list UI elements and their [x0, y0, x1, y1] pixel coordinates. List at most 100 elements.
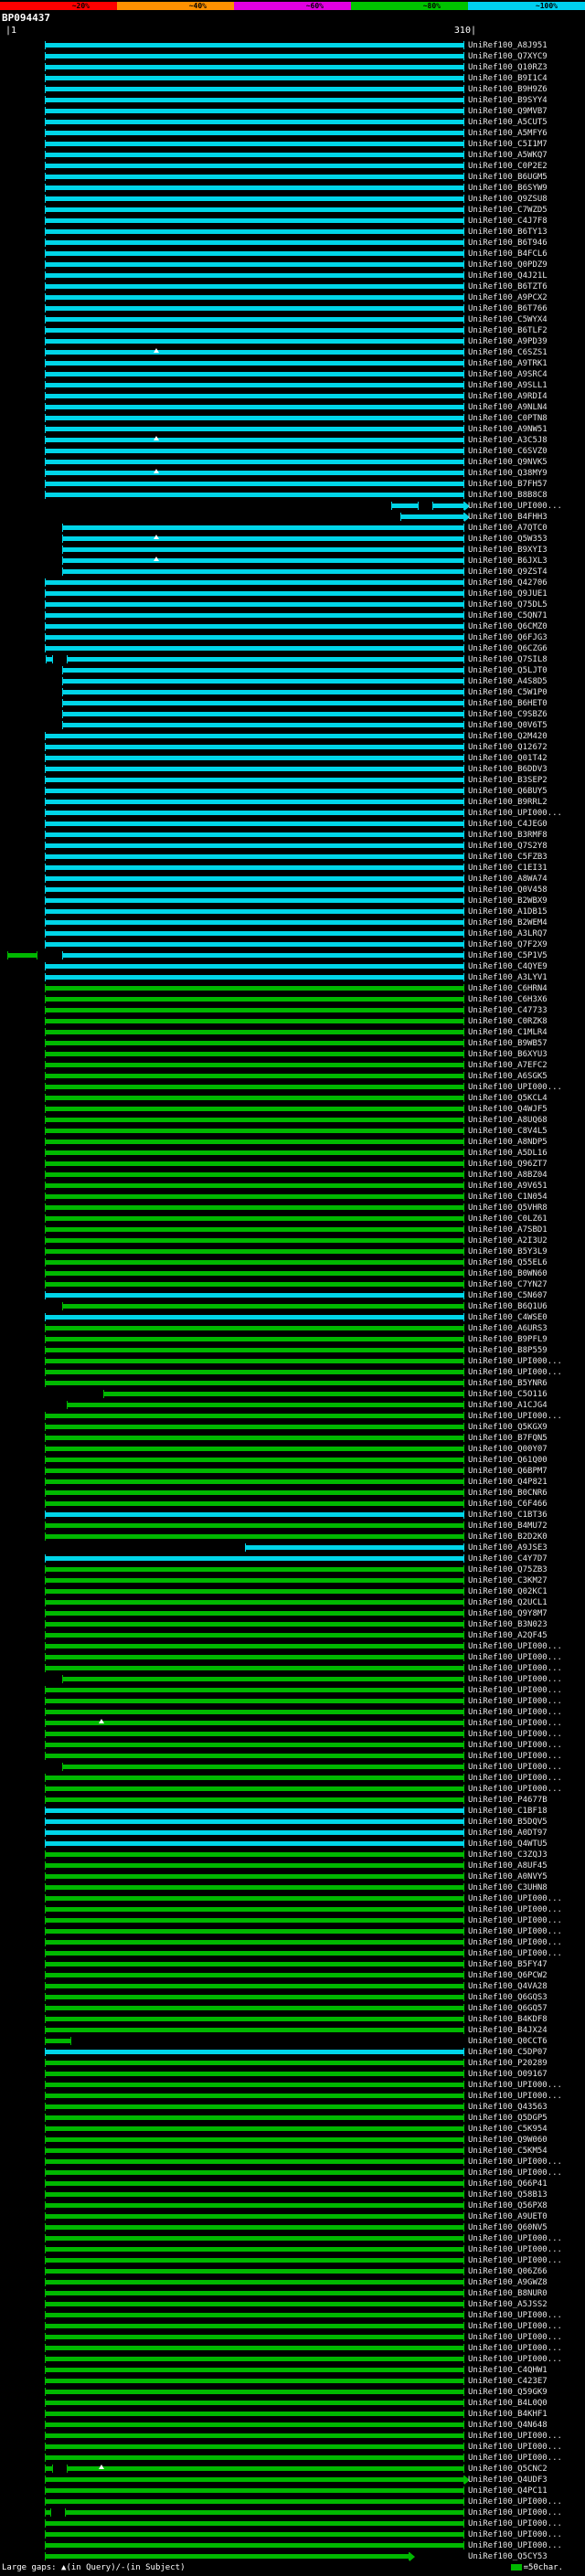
hit-label[interactable]: UniRef100_C5DP07 — [468, 2048, 548, 2057]
hit-bar[interactable] — [45, 1511, 464, 1519]
hit-label[interactable]: UniRef100_UPI000... — [468, 809, 562, 818]
hit-label[interactable]: UniRef100_UPI000... — [468, 2245, 562, 2254]
hit-label[interactable]: UniRef100_Q2UCL1 — [468, 1598, 548, 1607]
hit-bar[interactable] — [45, 1708, 464, 1716]
hit-bar[interactable] — [45, 1456, 464, 1464]
hit-label[interactable]: UniRef100_Q0PDZ9 — [468, 260, 548, 270]
hit-bar[interactable] — [62, 546, 464, 554]
hit-bar[interactable] — [45, 2267, 464, 2275]
hit-bar[interactable] — [45, 2136, 464, 2144]
hit-label[interactable]: UniRef100_C5W1P0 — [468, 688, 548, 697]
hit-label[interactable]: UniRef100_Q5LJT0 — [468, 666, 548, 675]
hit-label[interactable]: UniRef100_Q6GQS3 — [468, 1993, 548, 2002]
hit-bar[interactable] — [45, 2015, 464, 2023]
hit-bar[interactable] — [45, 2541, 464, 2549]
hit-bar[interactable] — [45, 1291, 464, 1299]
hit-bar[interactable] — [45, 1521, 464, 1530]
hit-bar[interactable] — [45, 228, 464, 236]
hit-bar[interactable] — [45, 1960, 464, 1968]
hit-bar[interactable] — [45, 732, 464, 740]
hit-label[interactable]: UniRef100_B3SEP2 — [468, 776, 548, 785]
hit-bar[interactable] — [45, 622, 464, 631]
hit-label[interactable]: UniRef100_UPI000... — [468, 2157, 562, 2167]
hit-label[interactable]: UniRef100_A7SBD1 — [468, 1225, 548, 1235]
hit-label[interactable]: UniRef100_A3C5J8 — [468, 436, 548, 445]
hit-label[interactable]: UniRef100_B5DQV5 — [468, 1818, 548, 1827]
hit-bar[interactable] — [45, 1160, 464, 1168]
hit-label[interactable]: UniRef100_UPI000... — [468, 2234, 562, 2243]
hit-bar[interactable] — [45, 173, 464, 181]
hit-bar[interactable] — [67, 1401, 464, 1409]
hit-label[interactable]: UniRef100_B6SYW9 — [468, 184, 548, 193]
hit-bar[interactable] — [45, 1357, 464, 1365]
hit-label[interactable]: UniRef100_B6JXL3 — [468, 557, 548, 566]
hit-bar[interactable] — [45, 973, 464, 981]
hit-bar[interactable] — [45, 1368, 464, 1376]
hit-bar[interactable] — [45, 2223, 464, 2231]
hit-bar[interactable] — [45, 140, 464, 148]
hit-label[interactable]: UniRef100_A9SLL1 — [468, 381, 548, 390]
hit-label[interactable]: UniRef100_A5MFY6 — [468, 129, 548, 138]
hit-bar[interactable] — [45, 611, 464, 620]
hit-label[interactable]: UniRef100_A2QF45 — [468, 1631, 548, 1640]
hit-bar[interactable] — [45, 1730, 464, 1738]
hit-bar[interactable] — [45, 1631, 464, 1639]
hit-bar[interactable] — [45, 2081, 464, 2089]
hit-bar[interactable] — [45, 875, 464, 883]
hit-label[interactable]: UniRef100_C0RZK8 — [468, 1017, 548, 1026]
hit-bar[interactable] — [45, 271, 464, 280]
hit-bar[interactable] — [45, 162, 464, 170]
hit-label[interactable]: UniRef100_Q75ZB3 — [468, 1565, 548, 1574]
hit-bar[interactable] — [45, 1752, 464, 1760]
hit-bar[interactable] — [45, 1697, 464, 1705]
hit-label[interactable]: UniRef100_A9JSE3 — [468, 1543, 548, 1553]
hit-bar[interactable] — [45, 1916, 464, 1924]
hit-label[interactable]: UniRef100_C6SZS1 — [468, 348, 548, 357]
hit-label[interactable]: UniRef100_A5JSS2 — [468, 2300, 548, 2309]
hit-label[interactable]: UniRef100_B9I1C4 — [468, 74, 548, 83]
hit-label[interactable]: UniRef100_Q4PC11 — [468, 2486, 548, 2496]
hit-bar[interactable] — [45, 359, 464, 367]
hit-label[interactable]: UniRef100_Q6BPM7 — [468, 1467, 548, 1476]
hit-label[interactable]: UniRef100_Q38MY9 — [468, 469, 548, 478]
hit-bar[interactable] — [45, 217, 464, 225]
hit-label[interactable]: UniRef100_C6HRN4 — [468, 984, 548, 993]
hit-bar[interactable] — [45, 1445, 464, 1453]
hit-label[interactable]: UniRef100_A8UF45 — [468, 1861, 548, 1871]
hit-bar[interactable] — [45, 2432, 464, 2440]
hit-label[interactable]: UniRef100_A8NDP5 — [468, 1138, 548, 1147]
hit-bar[interactable] — [62, 721, 464, 729]
hit-label[interactable]: UniRef100_B6TZT6 — [468, 282, 548, 292]
hit-label[interactable]: UniRef100_C5QN71 — [468, 611, 548, 620]
hit-label[interactable]: UniRef100_A9RDI4 — [468, 392, 548, 401]
hit-label[interactable]: UniRef100_C5N607 — [468, 1291, 548, 1300]
hit-label[interactable]: UniRef100_Q58B13 — [468, 2190, 548, 2200]
hit-bar[interactable] — [45, 260, 464, 269]
hit-bar[interactable] — [45, 239, 464, 247]
hit-bar[interactable] — [45, 2333, 464, 2341]
hit-bar[interactable] — [45, 1247, 464, 1256]
hit-label[interactable]: UniRef100_A9TRK1 — [468, 359, 548, 368]
hit-bar[interactable] — [45, 1434, 464, 1442]
hit-label[interactable]: UniRef100_C3UHN8 — [468, 1883, 548, 1892]
hit-label[interactable]: UniRef100_C1EI31 — [468, 864, 548, 873]
hit-bar[interactable] — [45, 1774, 464, 1782]
hit-label[interactable]: UniRef100_Q5W353 — [468, 535, 548, 544]
hit-label[interactable]: UniRef100_A0DT97 — [468, 1829, 548, 1838]
hit-bar[interactable] — [45, 809, 464, 817]
hit-label[interactable]: UniRef100_UPI000... — [468, 2333, 562, 2342]
hit-label[interactable]: UniRef100_B6T766 — [468, 304, 548, 313]
hit-bar[interactable] — [45, 1050, 464, 1058]
hit-bar[interactable] — [45, 315, 464, 323]
hit-label[interactable]: UniRef100_C1N054 — [468, 1193, 548, 1202]
hit-label[interactable]: UniRef100_A9V651 — [468, 1182, 548, 1191]
hit-bar[interactable] — [45, 1039, 464, 1047]
hit-bar[interactable] — [45, 820, 464, 828]
hit-bar[interactable] — [45, 2508, 51, 2517]
hit-bar[interactable] — [45, 1423, 464, 1431]
hit-bar[interactable] — [45, 1269, 464, 1277]
hit-bar[interactable] — [45, 1379, 464, 1387]
hit-bar[interactable] — [45, 1017, 464, 1025]
hit-label[interactable]: UniRef100_A8BZ04 — [468, 1171, 548, 1180]
hit-bar[interactable] — [45, 842, 464, 850]
